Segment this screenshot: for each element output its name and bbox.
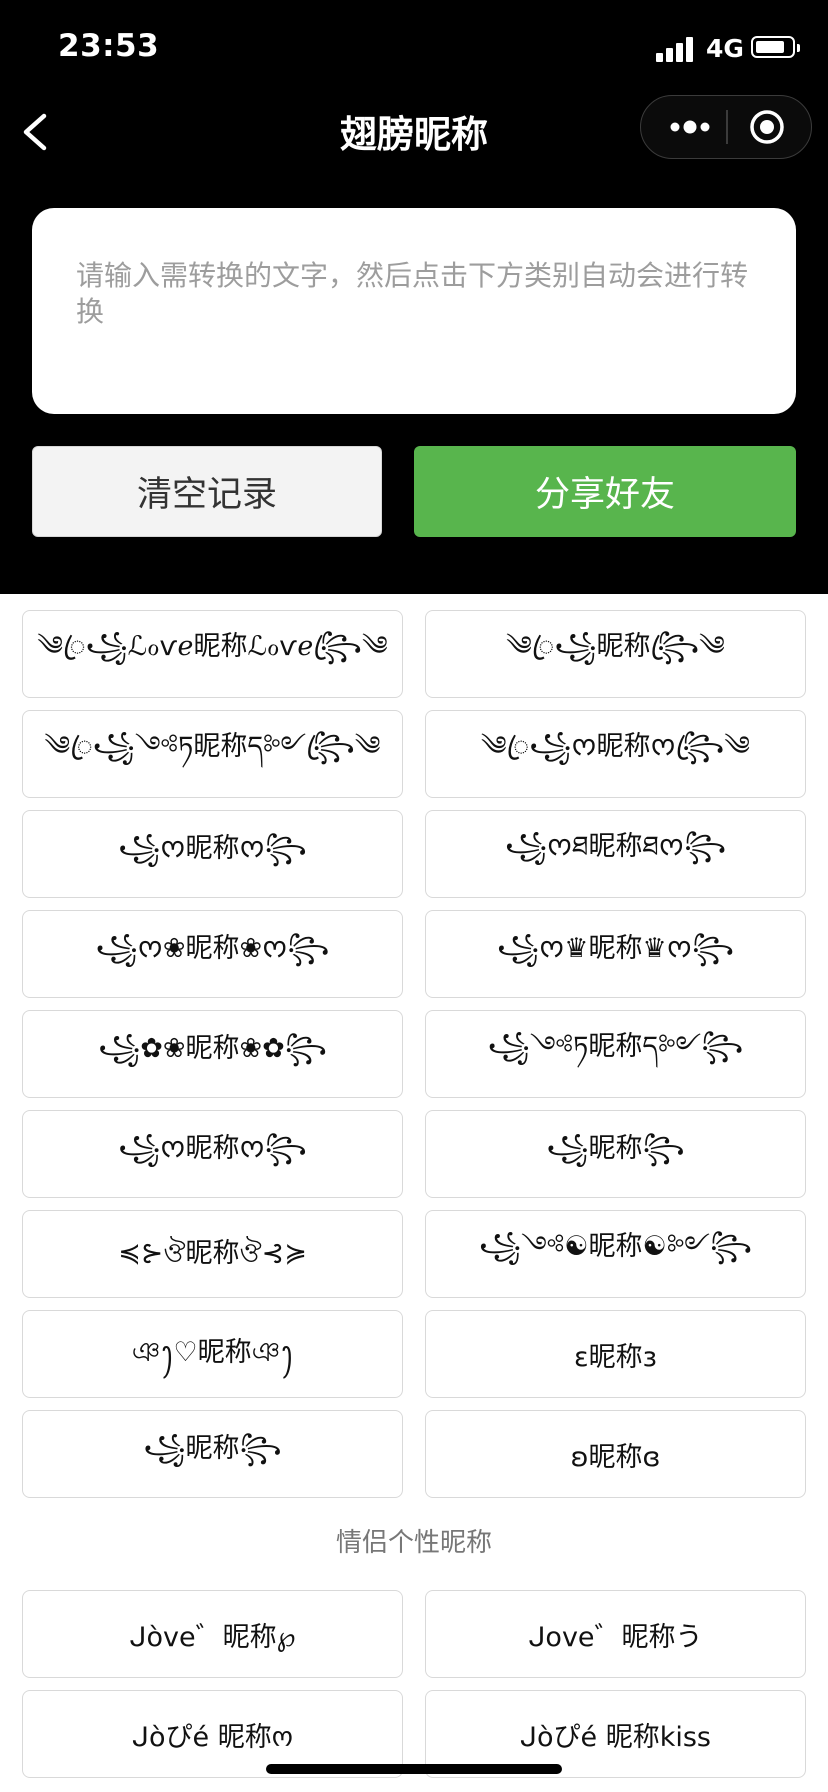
clear-records-button[interactable]: 清空记录 [32,446,382,537]
nickname-style-card[interactable]: ʚ昵称ɞ [425,1410,806,1498]
nickname-style-card[interactable]: ɛ昵称ɜ [425,1310,806,1398]
nickname-style-card[interactable]: ꧁昵称꧂ [22,1410,403,1498]
close-button[interactable] [749,109,785,145]
nickname-style-card[interactable]: ༄ꦿ꧁༺ཏ昵称ད༻꧂ꦿ༄ [22,710,403,798]
nickname-style-card[interactable]: ঞꫂ♡昵称ঞꫂ [22,1310,403,1398]
status-time: 23:53 [58,28,160,64]
back-button[interactable] [18,108,58,156]
nickname-style-card[interactable]: ༄ꦿ꧁ℒℴѵℯ昵称ℒℴѵℯ꧂ꦿ༄ [22,610,403,698]
header-panel: 23:53 4G 翅膀昵称 请输入需转换的文字，然后点击下方类别自动会进行转换 … [0,0,828,594]
mini-program-capsule [640,95,812,159]
couple-style-card[interactable]: ᒍove゛昵称う [425,1590,806,1678]
text-input-box[interactable] [32,208,796,414]
share-friends-button[interactable]: 分享好友 [414,446,796,537]
nickname-style-card[interactable]: ༄ꦿ꧁ᰔ昵称ᰔ꧂ꦿ༄ [425,710,806,798]
nickname-style-card[interactable]: ꧁༺ཏ昵称ད༻꧂ [425,1010,806,1098]
more-button[interactable] [667,116,713,138]
network-label: 4G [706,34,744,63]
nickname-style-card[interactable]: ꧁ᰔ♛昵称♛ᰔ꧂ [425,910,806,998]
nickname-style-card[interactable]: ꧁ᰔཐ昵称ཐᰔ꧂ [425,810,806,898]
nickname-style-card[interactable]: ≼⊱ঔ昵称ঔ⊰≽ [22,1210,403,1298]
nickname-style-card[interactable]: ꧁ᰔ昵称ᰔ꧂ [22,1110,403,1198]
home-indicator [266,1764,562,1774]
nickname-style-card[interactable]: ꧁ᰔ❀昵称❀ᰔ꧂ [22,910,403,998]
page-title: 翅膀昵称 [340,113,488,156]
nickname-style-card[interactable]: ꧁ᰔ昵称ᰔ꧂ [22,810,403,898]
close-target-icon [750,110,784,144]
signal-bars-icon [656,36,698,62]
nickname-style-card[interactable]: ꧁昵称꧂ [425,1110,806,1198]
status-bar-right: 4G [628,34,828,64]
capsule-divider [726,110,728,144]
battery-tip [797,44,800,52]
couple-section-title: 情侣个性昵称 [335,1528,492,1558]
nickname-style-card[interactable]: ༄ꦿ꧁昵称꧂ꦿ༄ [425,610,806,698]
convert-text-input[interactable] [76,258,750,378]
battery-icon [751,36,795,58]
nickname-style-card[interactable]: ꧁✿❀昵称❀✿꧂ [22,1010,403,1098]
chevron-left-icon [23,113,47,151]
nickname-style-card[interactable]: ꧁༺☯昵称☯༻꧂ [425,1210,806,1298]
more-dots-icon [670,120,710,134]
couple-style-card[interactable]: ᒍòve゛昵称℘ [22,1590,403,1678]
